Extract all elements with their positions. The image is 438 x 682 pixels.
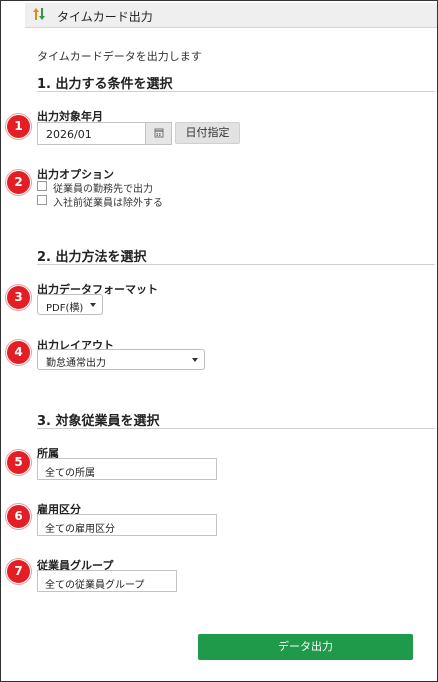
department-value: 全ての所属 xyxy=(45,468,95,479)
department-field[interactable]: 全ての所属 xyxy=(37,458,217,480)
employee-group-field[interactable]: 全ての従業員グループ xyxy=(37,570,177,592)
data-format-value: PDF(横) xyxy=(46,303,84,314)
section-conditions-heading: 1. 出力する条件を選択 xyxy=(37,77,173,92)
day-specify-button[interactable]: 日付指定 xyxy=(175,122,240,144)
step-badge-6: 6 xyxy=(6,504,31,529)
step-badge-2: 2 xyxy=(6,170,31,195)
employment-type-field[interactable]: 全ての雇用区分 xyxy=(37,514,217,536)
employee-group-value: 全ての従業員グループ xyxy=(45,580,145,591)
intro-text: タイムカードデータを出力します xyxy=(37,50,202,63)
checkbox-label: 入社前従業員は除外する xyxy=(53,198,163,209)
output-layout-select[interactable]: 勤怠通常出力 xyxy=(37,349,205,370)
employment-type-value: 全ての雇用区分 xyxy=(45,524,115,535)
year-month-input[interactable]: 2026/01 xyxy=(37,122,172,145)
data-output-button[interactable]: データ出力 xyxy=(198,634,413,660)
year-month-value: 2026/01 xyxy=(46,128,92,141)
sort-arrows-icon xyxy=(33,8,45,20)
section-employees-heading: 3. 対象従業員を選択 xyxy=(37,414,160,429)
step-badge-4: 4 xyxy=(6,340,31,365)
checkbox-label: 従業員の勤務先で出力 xyxy=(53,184,153,195)
chevron-down-icon xyxy=(90,303,96,307)
window-title: タイムカード出力 xyxy=(57,10,153,24)
data-format-select[interactable]: PDF(横) xyxy=(37,294,103,315)
section-divider xyxy=(37,264,435,265)
section-method-heading: 2. 出力方法を選択 xyxy=(37,250,147,265)
checkbox[interactable] xyxy=(37,181,47,191)
calendar-icon xyxy=(154,128,164,138)
section-divider xyxy=(37,428,435,429)
step-badge-7: 7 xyxy=(6,559,31,584)
checkbox[interactable] xyxy=(37,195,47,205)
step-badge-1: 1 xyxy=(6,114,31,139)
section-divider xyxy=(37,91,435,92)
step-badge-3: 3 xyxy=(6,285,31,310)
output-layout-value: 勤怠通常出力 xyxy=(46,358,106,369)
step-badge-5: 5 xyxy=(6,450,31,475)
chevron-down-icon xyxy=(192,358,198,362)
calendar-button[interactable] xyxy=(145,123,171,144)
timecard-window: タイムカード出力 タイムカードデータを出力します 1. 出力する条件を選択 1 … xyxy=(0,0,438,682)
